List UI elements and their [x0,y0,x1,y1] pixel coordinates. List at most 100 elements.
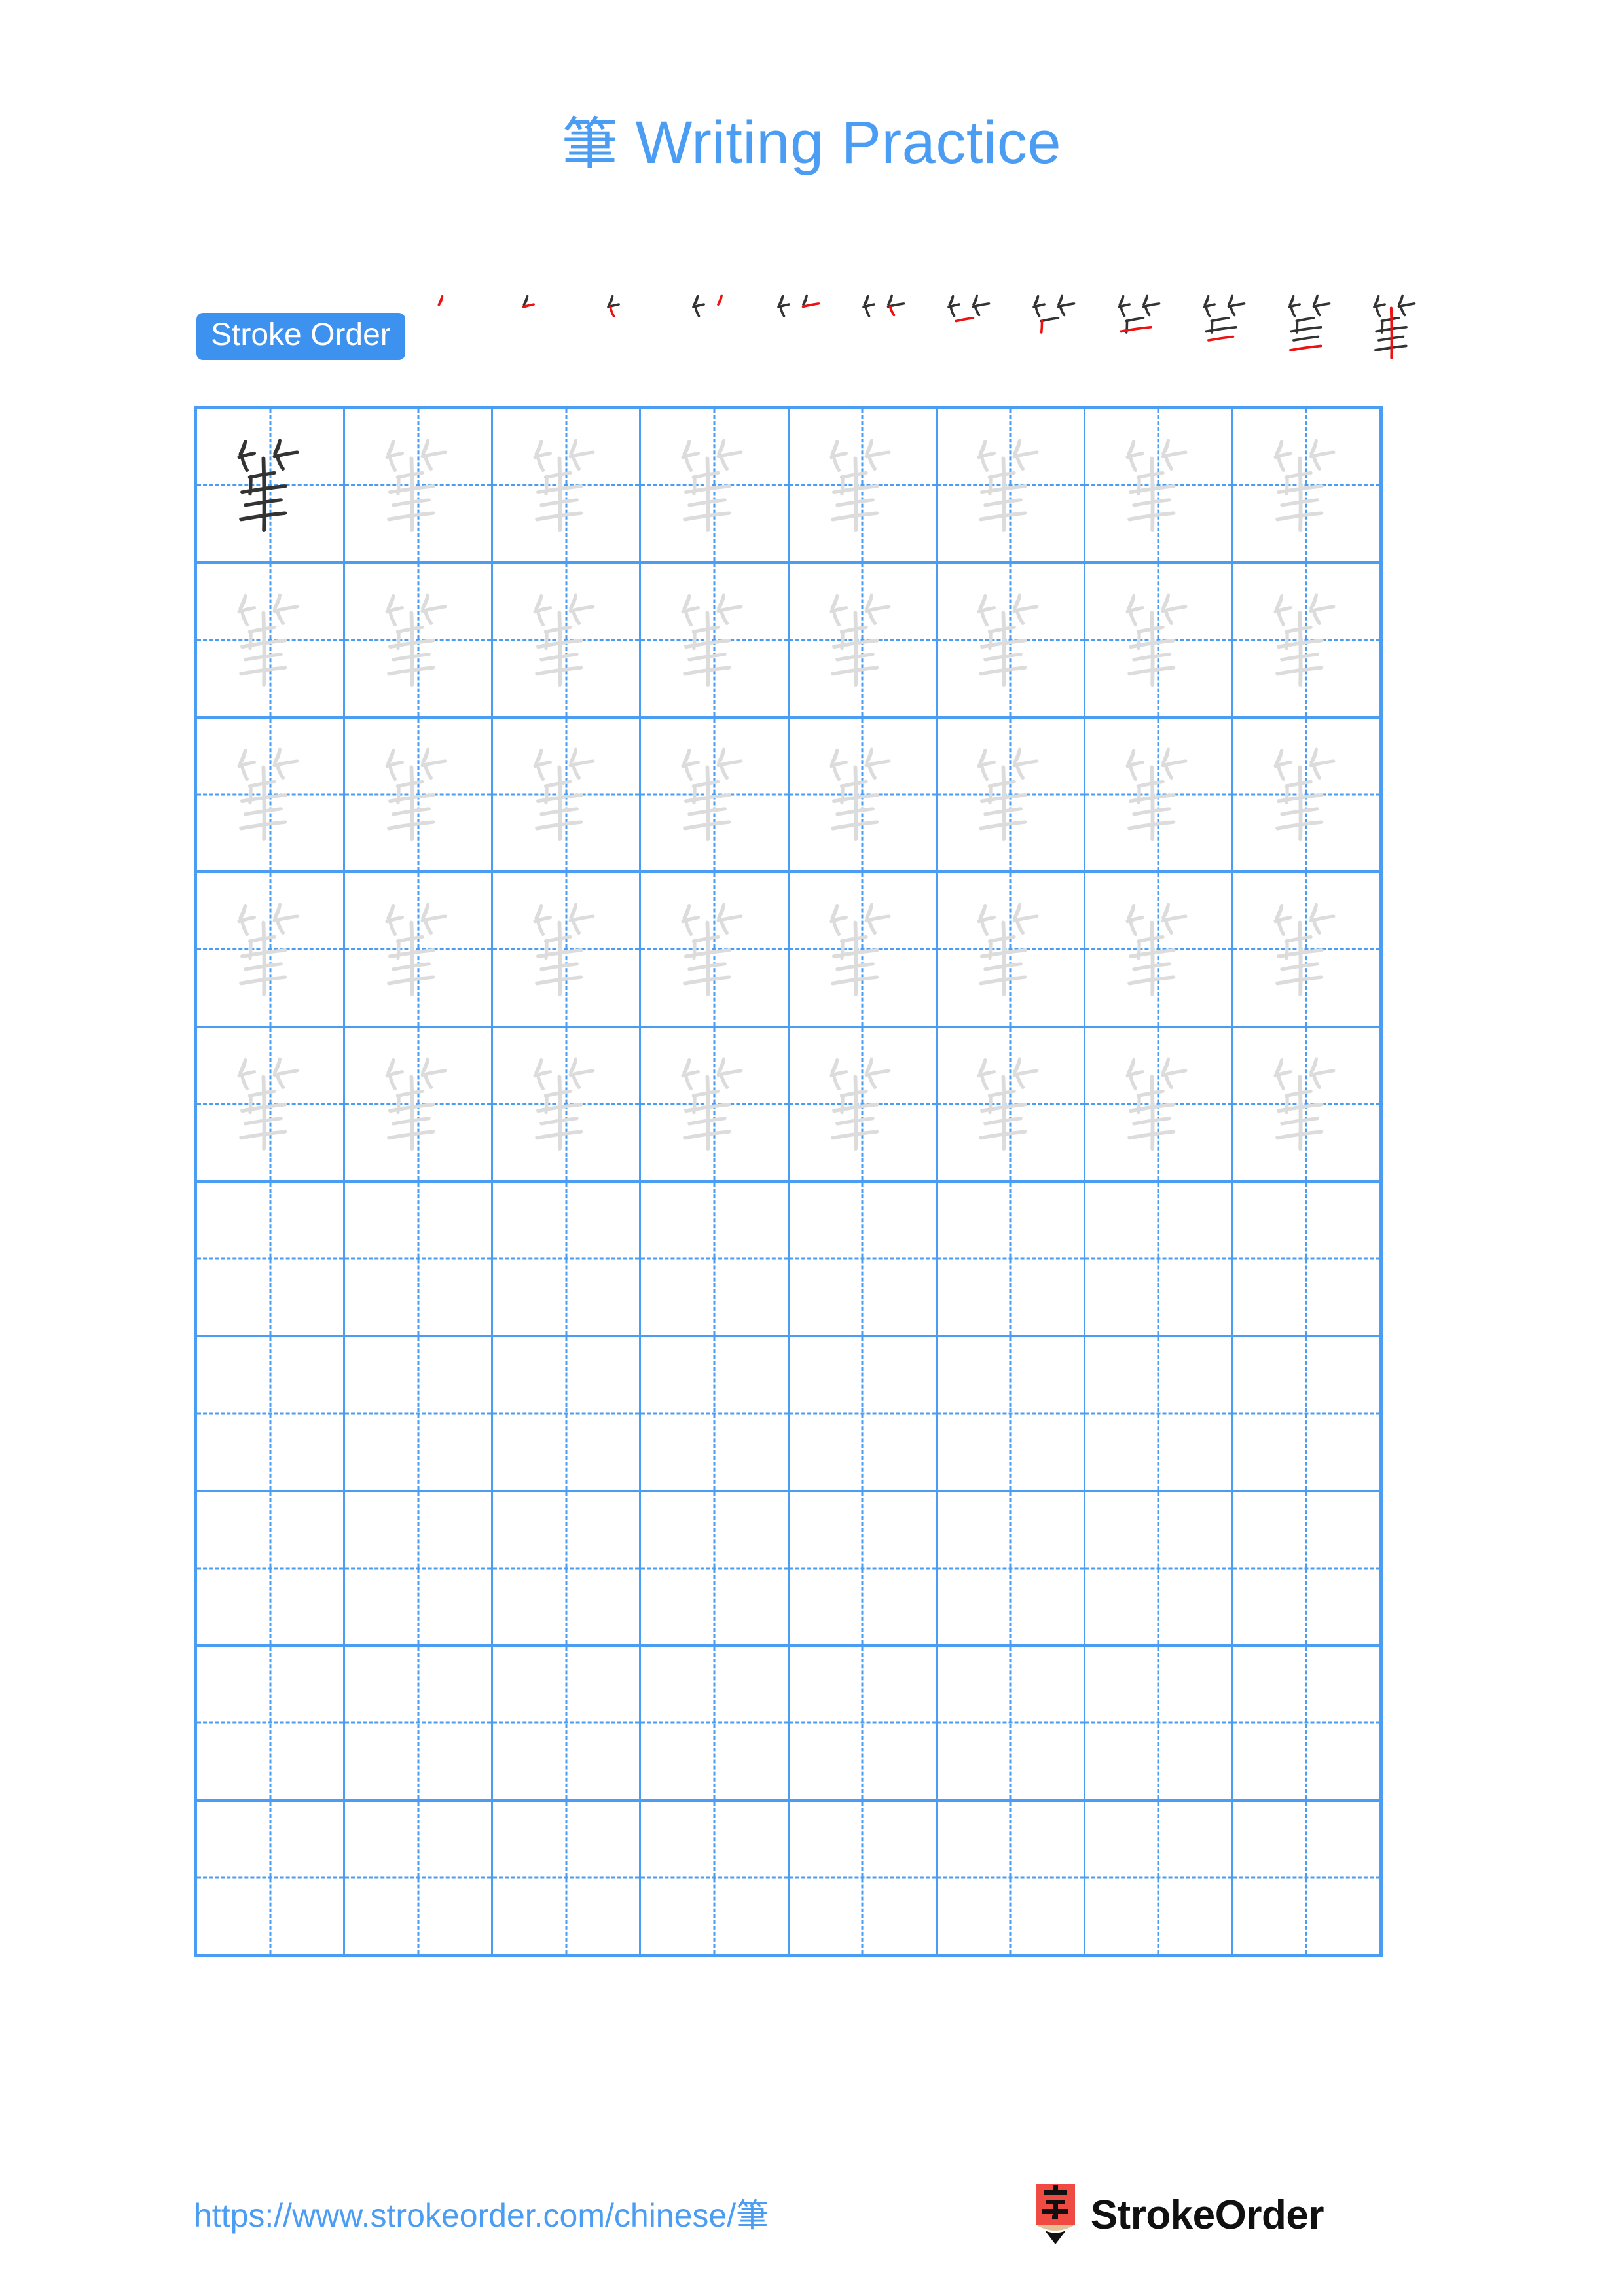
cell-horizontal-guide [641,1876,788,1879]
grid-cell-r4-c8[interactable] [1233,873,1379,1026]
grid-cell-r6-c6[interactable] [937,1183,1085,1335]
grid-cell-r7-c5[interactable] [789,1337,938,1490]
grid-cell-r1-c2[interactable] [345,409,494,562]
grid-cell-r3-c8[interactable] [1233,718,1379,871]
grid-cell-r7-c8[interactable] [1233,1337,1379,1490]
grid-cell-r5-c2[interactable] [345,1028,494,1181]
grid-cell-r1-c1[interactable] [197,409,346,562]
cell-horizontal-guide [1233,1876,1379,1879]
grid-cell-r8-c5[interactable] [789,1492,938,1645]
cell-horizontal-guide [1085,1257,1231,1260]
grid-cell-r8-c2[interactable] [345,1492,494,1645]
grid-cell-r3-c1[interactable] [197,718,346,871]
grid-cell-r2-c1[interactable] [197,564,346,716]
grid-cell-r2-c7[interactable] [1085,564,1233,716]
grid-cell-r7-c2[interactable] [345,1337,494,1490]
grid-cell-r2-c5[interactable] [789,564,938,716]
grid-cell-r5-c8[interactable] [1233,1028,1379,1181]
grid-cell-r9-c5[interactable] [789,1647,938,1799]
brand-logo-group[interactable]: StrokeOrder [1032,2184,1324,2247]
grid-cell-r8-c4[interactable] [641,1492,790,1645]
grid-cell-r6-c7[interactable] [1085,1183,1233,1335]
grid-cell-r4-c2[interactable] [345,873,494,1026]
cell-horizontal-guide [1233,1721,1379,1724]
grid-cell-r4-c5[interactable] [789,873,938,1026]
grid-cell-r7-c1[interactable] [197,1337,346,1490]
grid-cell-r10-c5[interactable] [789,1801,938,1954]
cell-horizontal-guide [937,1876,1084,1879]
cell-horizontal-guide [197,1257,344,1260]
grid-cell-r4-c6[interactable] [937,873,1085,1026]
grid-cell-r6-c3[interactable] [493,1183,642,1335]
grid-cell-r5-c7[interactable] [1085,1028,1233,1181]
grid-cell-r3-c2[interactable] [345,718,494,871]
grid-cell-r10-c3[interactable] [493,1801,642,1954]
grid-cell-r9-c3[interactable] [493,1647,642,1799]
cell-horizontal-guide [789,1412,936,1415]
faded-character [641,719,787,870]
grid-cell-r9-c6[interactable] [937,1647,1085,1799]
grid-cell-r5-c3[interactable] [493,1028,642,1181]
grid-cell-r9-c4[interactable] [641,1647,790,1799]
grid-cell-r2-c8[interactable] [1233,564,1379,716]
worksheet-page: 筆 Writing Practice Stroke Order https://… [0,0,1623,2296]
grid-row [197,1492,1379,1647]
grid-cell-r5-c6[interactable] [937,1028,1085,1181]
grid-cell-r1-c5[interactable] [789,409,938,562]
grid-cell-r6-c1[interactable] [197,1183,346,1335]
traced-character [197,409,343,561]
grid-cell-r8-c6[interactable] [937,1492,1085,1645]
grid-cell-r6-c8[interactable] [1233,1183,1379,1335]
grid-cell-r6-c4[interactable] [641,1183,790,1335]
grid-cell-r4-c7[interactable] [1085,873,1233,1026]
grid-cell-r1-c4[interactable] [641,409,790,562]
grid-cell-r3-c5[interactable] [789,718,938,871]
cell-horizontal-guide [1085,1876,1231,1879]
grid-cell-r2-c2[interactable] [345,564,494,716]
grid-cell-r2-c6[interactable] [937,564,1085,716]
grid-cell-r8-c8[interactable] [1233,1492,1379,1645]
grid-cell-r9-c2[interactable] [345,1647,494,1799]
footer-url-link[interactable]: https://www.strokeorder.com/chinese/筆 [194,2199,769,2232]
grid-cell-r5-c4[interactable] [641,1028,790,1181]
faded-character [197,564,343,715]
grid-row [197,718,1379,874]
grid-cell-r10-c7[interactable] [1085,1801,1233,1954]
grid-cell-r1-c6[interactable] [937,409,1085,562]
grid-cell-r2-c3[interactable] [493,564,642,716]
grid-cell-r3-c3[interactable] [493,718,642,871]
grid-cell-r7-c4[interactable] [641,1337,790,1490]
grid-cell-r10-c1[interactable] [197,1801,346,1954]
grid-cell-r9-c8[interactable] [1233,1647,1379,1799]
grid-cell-r10-c6[interactable] [937,1801,1085,1954]
grid-cell-r4-c3[interactable] [493,873,642,1026]
grid-cell-r1-c8[interactable] [1233,409,1379,562]
grid-cell-r3-c4[interactable] [641,718,790,871]
grid-cell-r6-c2[interactable] [345,1183,494,1335]
grid-cell-r7-c3[interactable] [493,1337,642,1490]
grid-cell-r8-c3[interactable] [493,1492,642,1645]
grid-cell-r5-c1[interactable] [197,1028,346,1181]
faded-character [938,409,1084,561]
grid-cell-r3-c7[interactable] [1085,718,1233,871]
faded-character [1233,873,1379,1025]
grid-cell-r7-c7[interactable] [1085,1337,1233,1490]
grid-cell-r10-c4[interactable] [641,1801,790,1954]
grid-cell-r1-c3[interactable] [493,409,642,562]
grid-cell-r4-c4[interactable] [641,873,790,1026]
cell-horizontal-guide [493,1567,640,1570]
grid-cell-r5-c5[interactable] [789,1028,938,1181]
grid-cell-r10-c8[interactable] [1233,1801,1379,1954]
grid-cell-r3-c6[interactable] [937,718,1085,871]
grid-cell-r8-c7[interactable] [1085,1492,1233,1645]
grid-cell-r1-c7[interactable] [1085,409,1233,562]
grid-cell-r9-c7[interactable] [1085,1647,1233,1799]
grid-cell-r10-c2[interactable] [345,1801,494,1954]
grid-cell-r9-c1[interactable] [197,1647,346,1799]
grid-cell-r4-c1[interactable] [197,873,346,1026]
grid-cell-r8-c1[interactable] [197,1492,346,1645]
stroke-step-9 [1098,284,1183,369]
grid-cell-r2-c4[interactable] [641,564,790,716]
grid-cell-r6-c5[interactable] [789,1183,938,1335]
grid-cell-r7-c6[interactable] [937,1337,1085,1490]
